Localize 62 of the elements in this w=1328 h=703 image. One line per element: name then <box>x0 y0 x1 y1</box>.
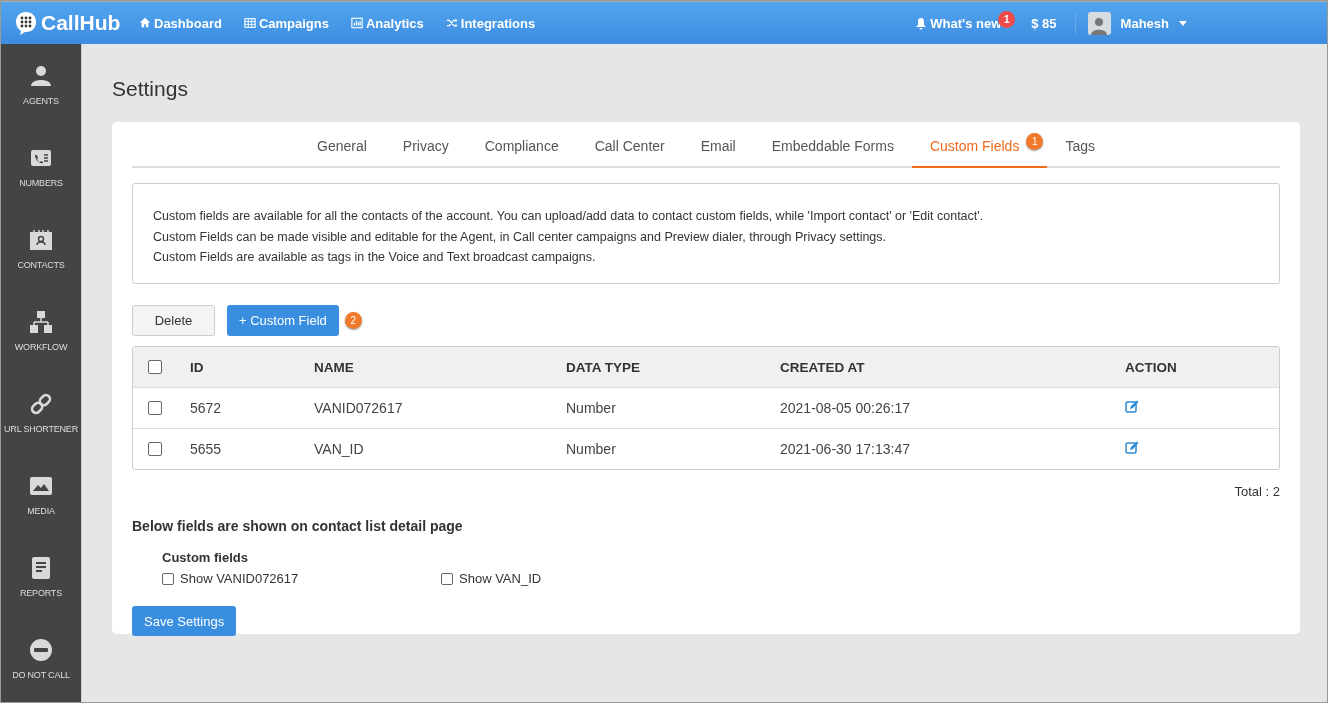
shuffle-icon <box>445 17 458 29</box>
image-icon <box>29 474 53 498</box>
section-subheading: Custom fields <box>162 550 249 565</box>
tab[interactable]: Compliance <box>466 132 577 168</box>
tab[interactable]: Privacy <box>384 132 467 168</box>
edit-icon[interactable] <box>1125 400 1139 413</box>
sidebar-item[interactable]: NUMBERS <box>1 126 81 208</box>
checkbox[interactable] <box>441 572 453 585</box>
checkbox[interactable] <box>148 360 162 374</box>
sidebar-item[interactable]: DO NOT CALL <box>1 618 81 700</box>
checkbox[interactable] <box>148 401 162 415</box>
column-header: NAME <box>314 359 355 375</box>
person-icon <box>29 64 53 88</box>
checkbox-label: Show VANID072617 <box>180 571 299 586</box>
tab[interactable]: Embeddable Forms <box>753 132 912 168</box>
page-title: Settings <box>112 77 189 101</box>
info-text: Custom fields are available for all the contacts of the account. You can upload/add data to contact custom fields, while 'Import contact' or 'Edit contact'. <box>153 208 985 225</box>
no-entry-icon <box>29 638 53 662</box>
section-heading: Below fields are shown on contact list detail page <box>132 518 464 534</box>
step-badge: 1 <box>1026 133 1044 150</box>
checkbox[interactable] <box>162 572 174 585</box>
delete-button[interactable]: Delete <box>132 305 215 336</box>
checkbox-label: Show VAN_ID <box>459 571 542 586</box>
tab[interactable]: Tags <box>1047 132 1113 168</box>
edit-icon[interactable] <box>1125 441 1139 454</box>
avatar-icon <box>1087 11 1111 35</box>
sidebar-item[interactable]: REPORTS <box>1 536 81 618</box>
table-cell-text: 5672 <box>190 400 223 416</box>
info-text: Custom Fields are available as tags in the Voice and Text broadcast campaigns. <box>153 249 597 266</box>
table-cell-text: Number <box>566 400 617 416</box>
bar-chart-icon <box>351 17 363 29</box>
table-cell-text: VAN_ID <box>314 441 365 457</box>
table-cell-text: 2021-06-30 17:13:47 <box>780 441 911 457</box>
table-cell-text: Number <box>566 441 617 457</box>
table-cell-text: 2021-08-05 00:26:17 <box>780 400 911 416</box>
table-cell-text: VANID072617 <box>314 400 404 416</box>
bell-icon <box>915 16 928 30</box>
checkbox[interactable] <box>148 442 162 456</box>
column-header: CREATED AT <box>780 359 866 375</box>
column-header: ID <box>190 359 205 375</box>
sidebar-item[interactable]: WORKFLOW <box>1 290 81 372</box>
document-icon <box>29 556 53 580</box>
sidebar-item[interactable]: URL SHORTENER <box>1 372 81 454</box>
column-header: ACTION <box>1125 359 1178 375</box>
sidebar-item[interactable]: MEDIA <box>1 454 81 536</box>
caret-icon <box>1179 20 1187 26</box>
home-icon <box>139 17 151 29</box>
tab[interactable]: General <box>299 132 385 168</box>
tab[interactable]: Email <box>682 132 754 168</box>
table-cell-text: 5655 <box>190 441 223 457</box>
info-text: Custom Fields can be made visible and editable for the Agent, in Call center campaigns and Preview dialer, through Privacy settings. <box>153 228 888 246</box>
tab[interactable]: Call Center <box>576 132 683 168</box>
step-badge: 2 <box>344 312 362 329</box>
balance: $ 85 <box>1031 12 1076 34</box>
link-icon <box>29 392 53 416</box>
grid-icon <box>243 17 256 29</box>
column-header: DATA TYPE <box>566 359 641 375</box>
contact-card-icon <box>29 228 53 252</box>
sidebar-item[interactable]: AGENTS <box>1 44 81 126</box>
sidebar-item[interactable]: CONTACTS <box>1 208 81 290</box>
total-count: Total : 2 <box>1234 484 1280 499</box>
hierarchy-icon <box>29 310 53 334</box>
